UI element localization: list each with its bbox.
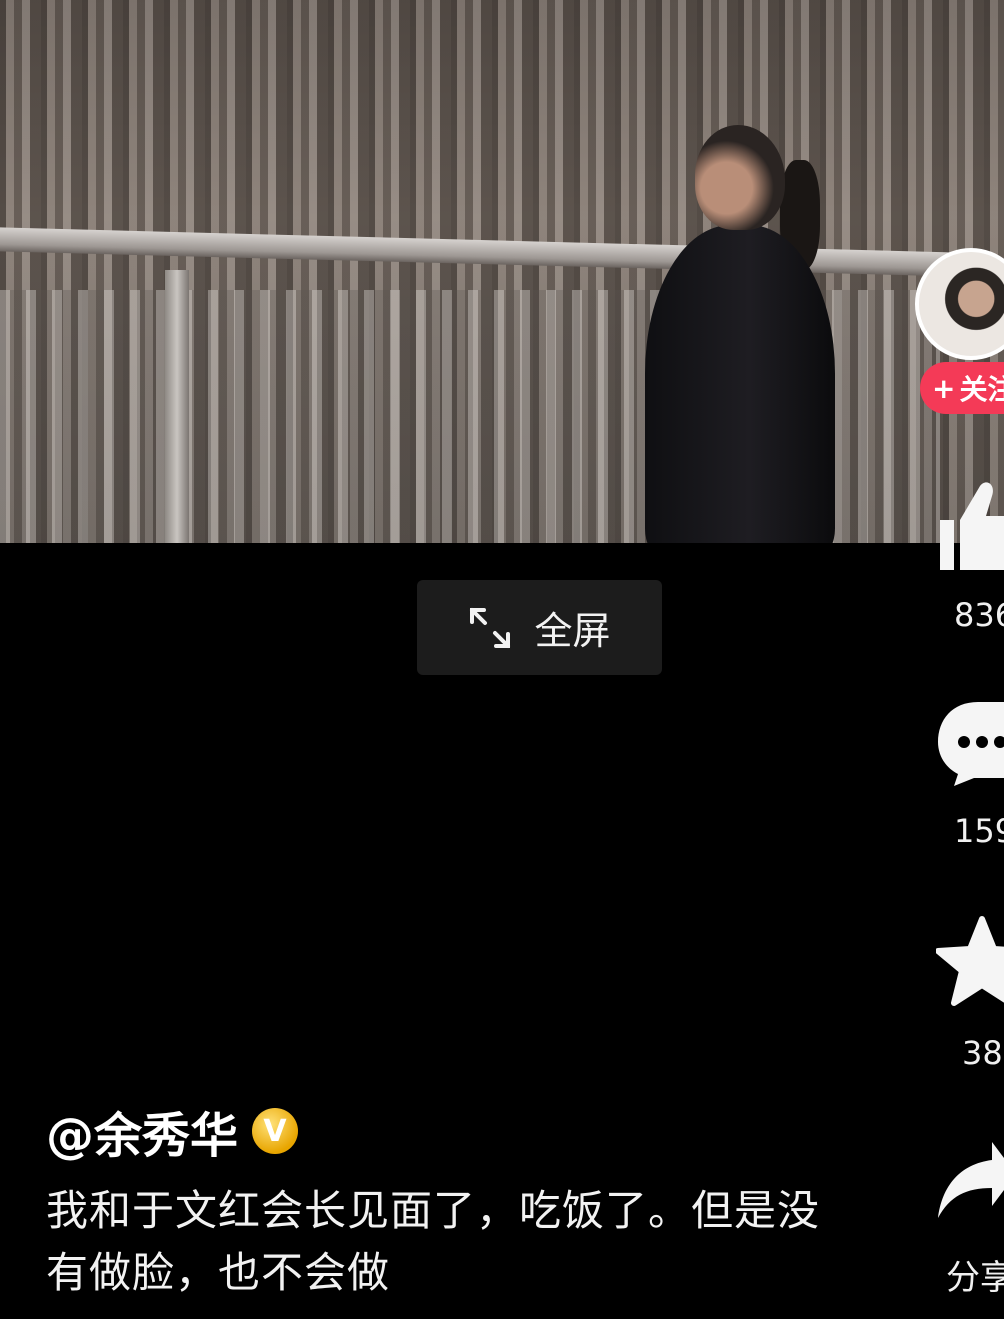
- comment-bubble-icon: [938, 702, 1004, 786]
- follow-label: 关注: [959, 373, 1004, 406]
- thumbs-up-icon: [940, 482, 1004, 570]
- fullscreen-label: 全屏: [534, 609, 611, 653]
- handrail-post: [165, 270, 189, 543]
- expand-icon: [470, 607, 511, 648]
- author-name[interactable]: @余秀华: [46, 1096, 238, 1166]
- author-name-row[interactable]: @余秀华 V: [46, 1096, 299, 1166]
- star-icon: [935, 916, 1004, 1006]
- video-player[interactable]: [0, 0, 1004, 543]
- fullscreen-button[interactable]: 全屏: [417, 580, 662, 675]
- like-button[interactable]: [936, 478, 1004, 577]
- comment-count: 159: [954, 812, 1004, 850]
- plus-icon: +: [932, 371, 956, 405]
- share-label: 分享: [946, 1258, 1004, 1298]
- walking-woman: [640, 120, 840, 543]
- follow-button[interactable]: + 关注: [920, 362, 1004, 414]
- comment-button[interactable]: [936, 698, 1004, 792]
- verified-badge-icon: V: [252, 1108, 299, 1154]
- favorite-button[interactable]: [935, 915, 1004, 1011]
- like-count: 836: [954, 596, 1004, 634]
- share-button[interactable]: [936, 1138, 1004, 1226]
- favorite-count: 38: [962, 1034, 1003, 1072]
- share-arrow-icon: [938, 1142, 1004, 1218]
- video-caption: 我和于文红会长见面了，吃饭了。但是没有做脸，也不会做: [46, 1186, 821, 1297]
